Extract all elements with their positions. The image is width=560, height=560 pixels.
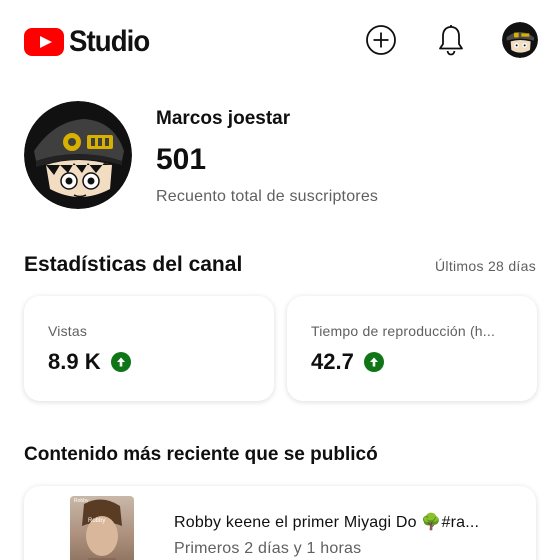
- studio-logo[interactable]: Studio: [24, 25, 156, 59]
- arrow-up-icon: [110, 352, 131, 372]
- stat-label: Tiempo de reproducción (h...: [311, 323, 496, 339]
- watch-time-stat-card[interactable]: Tiempo de reproducción (h... 42.7: [287, 296, 537, 401]
- channel-avatar-image: [24, 101, 132, 209]
- stat-label: Vistas: [48, 323, 88, 339]
- subscriber-label: Recuento total de suscriptores: [156, 188, 379, 205]
- arrow-up-icon: [363, 352, 384, 372]
- recent-video-card[interactable]: Robby Robby Robby keene el primer Miyagi…: [24, 486, 536, 560]
- video-thumbnail[interactable]: Robby Robby: [70, 496, 134, 560]
- create-button[interactable]: [363, 22, 399, 58]
- video-meta: Primeros 2 días y 1 horas: [174, 540, 362, 557]
- notifications-button[interactable]: [433, 22, 469, 58]
- stat-value: 42.7: [311, 349, 354, 374]
- thumbnail-caption: Robby: [88, 518, 106, 524]
- app-header: Studio: [0, 0, 560, 82]
- stat-value: 8.9 K: [48, 349, 101, 374]
- stats-section-title: Estadísticas del canal: [24, 253, 243, 276]
- logo-text: Studio: [69, 25, 150, 58]
- subscriber-count: 501: [156, 143, 207, 176]
- youtube-play-icon: [24, 28, 64, 56]
- channel-name: Marcos joestar: [156, 108, 291, 129]
- stats-period: Últimos 28 días: [435, 258, 536, 274]
- video-title[interactable]: Robby keene el primer Miyagi Do 🌳#ra...: [174, 512, 479, 532]
- thumbnail-image: [82, 499, 122, 560]
- bell-icon: [439, 25, 463, 56]
- plus-circle-icon: [366, 25, 396, 55]
- channel-avatar[interactable]: [24, 101, 132, 209]
- avatar-image: [502, 22, 538, 58]
- views-stat-card[interactable]: Vistas 8.9 K: [24, 296, 274, 401]
- account-avatar[interactable]: [502, 22, 538, 58]
- recent-content-title: Contenido más reciente que se publicó: [24, 444, 378, 465]
